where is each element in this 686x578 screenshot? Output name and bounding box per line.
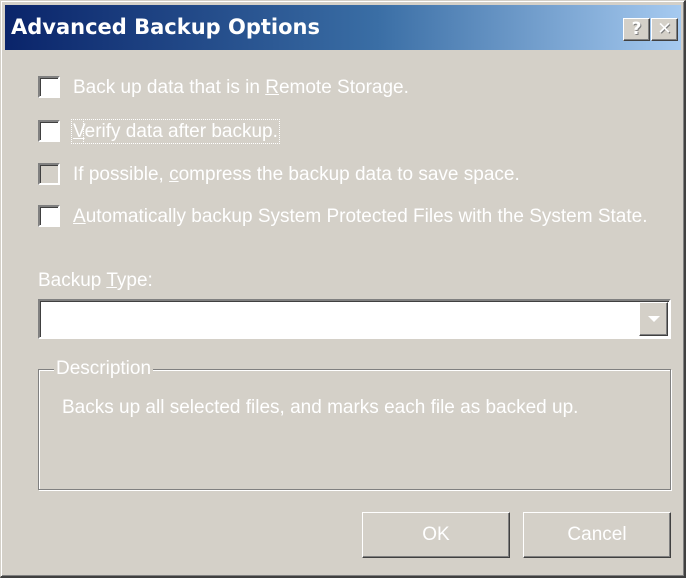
dropdown-button[interactable]	[639, 302, 668, 336]
description-legend: Description	[54, 358, 154, 380]
description-text: Backs up all selected files, and marks e…	[62, 397, 579, 418]
close-button[interactable]: ✕	[651, 18, 678, 41]
window-title: Advanced Backup Options	[11, 15, 321, 39]
chevron-down-icon	[647, 316, 660, 322]
title-bar[interactable]: Advanced Backup Options ? ✕	[5, 5, 681, 50]
close-icon: ✕	[657, 19, 672, 39]
option-label: Automatically backup System Protected Fi…	[73, 206, 648, 227]
backup-type-dropdown[interactable]	[38, 299, 671, 339]
help-button[interactable]: ?	[623, 18, 650, 41]
option-remote-storage[interactable]: Back up data that is in Remote Storage.	[38, 76, 663, 99]
option-label: Back up data that is in Remote Storage.	[73, 77, 409, 98]
advanced-backup-options-dialog: Advanced Backup Options ? ✕ Back up data…	[0, 0, 686, 578]
option-compress: If possible, compress the backup data to…	[38, 163, 663, 186]
checkbox-compress	[38, 163, 60, 185]
cancel-button[interactable]: Cancel	[523, 512, 671, 558]
option-label: Verify data after backup.	[71, 119, 280, 144]
checkbox-remote-storage[interactable]	[38, 76, 60, 98]
question-mark-icon: ?	[631, 19, 642, 39]
option-verify-data[interactable]: Verify data after backup.	[38, 119, 663, 144]
option-label: If possible, compress the backup data to…	[73, 164, 520, 185]
checkbox-verify-data[interactable]	[38, 120, 60, 142]
option-system-protected-files[interactable]: Automatically backup System Protected Fi…	[38, 205, 663, 228]
description-group	[38, 369, 671, 490]
backup-type-label: Backup Type:	[38, 270, 153, 291]
ok-button[interactable]: OK	[362, 512, 510, 558]
checkbox-system-protected-files[interactable]	[38, 205, 60, 227]
